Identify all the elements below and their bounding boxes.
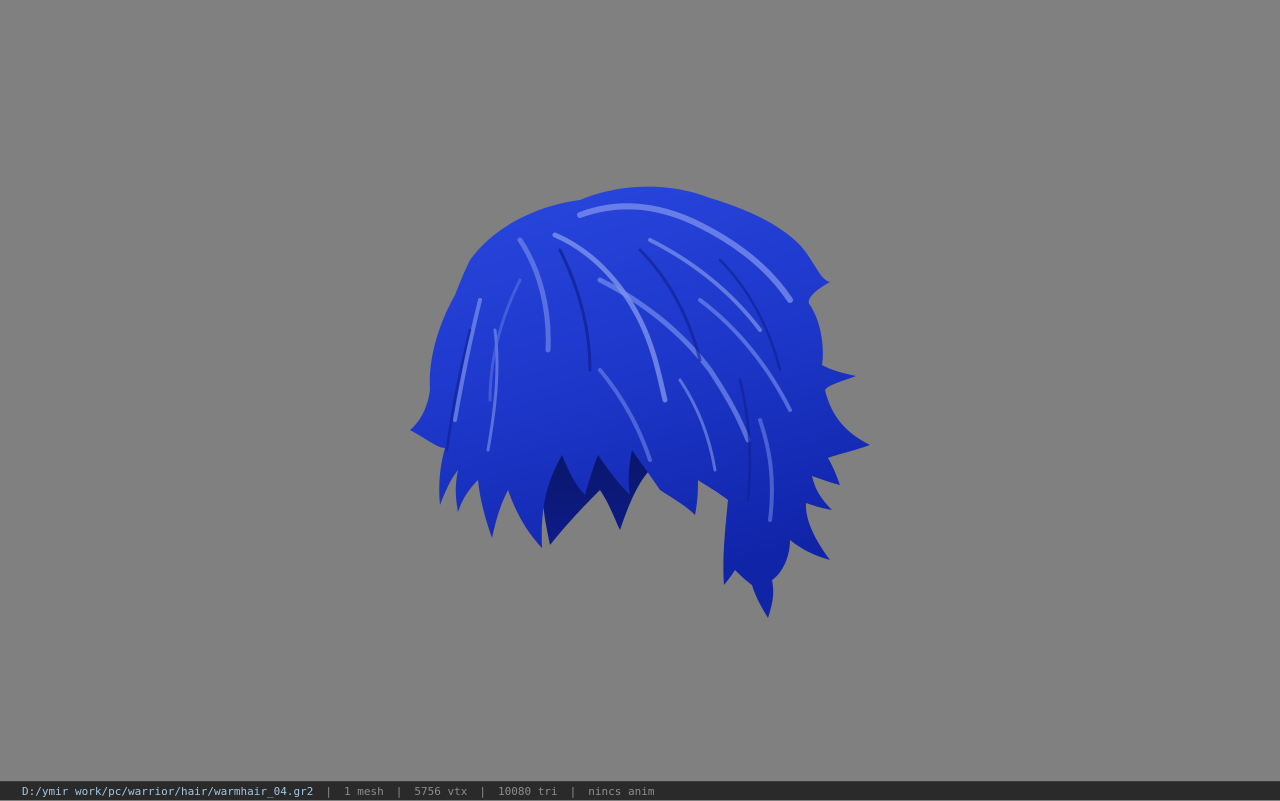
animation-status-label: nincs anim xyxy=(588,784,655,798)
mesh-count-label: 1 mesh xyxy=(344,784,384,798)
status-separator: | xyxy=(325,784,333,798)
file-path-label: D:/ymir work/pc/warrior/hair/warmhair_04… xyxy=(22,784,314,798)
status-separator: | xyxy=(395,784,403,798)
triangle-count-label: 10080 tri xyxy=(498,784,558,798)
hair-model-render[interactable] xyxy=(0,0,1280,781)
status-separator: | xyxy=(479,784,487,798)
status-separator: | xyxy=(569,784,577,798)
3d-viewport[interactable] xyxy=(0,0,1280,781)
vertex-count-label: 5756 vtx xyxy=(414,784,468,798)
status-bar: D:/ymir work/pc/warrior/hair/warmhair_04… xyxy=(0,781,1280,800)
